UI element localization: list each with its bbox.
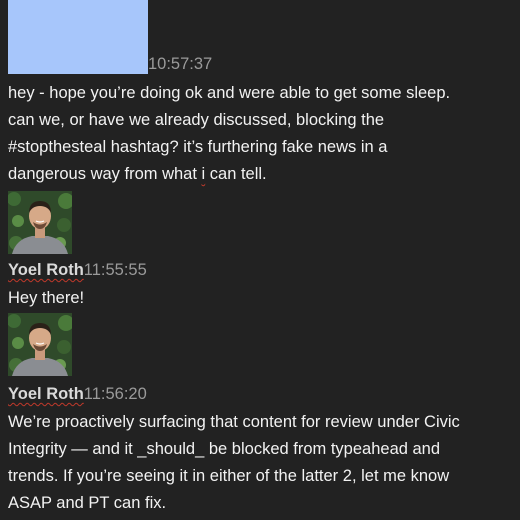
message-header: Yoel Roth11:56:20 [8, 383, 147, 405]
message-body: Hey there! [8, 285, 518, 312]
message-timestamp: 10:57:37 [148, 55, 213, 73]
person-avatar-icon [8, 313, 72, 376]
message-body: hey - hope you’re doing ok and were able… [8, 80, 518, 188]
message-line: #stopthesteal hashtag? it’s furthering f… [8, 138, 388, 156]
avatar[interactable] [8, 191, 72, 254]
message-line: Hey there! [8, 289, 85, 307]
message-line: We’re proactively surfacing that content… [8, 413, 460, 431]
message-text: can tell. [205, 165, 267, 183]
message-timestamp: 11:55:55 [83, 261, 147, 279]
sender-name[interactable]: Yoel Roth [8, 261, 84, 279]
sender-name[interactable]: Yoel Roth [8, 385, 84, 403]
message-line: trends. If you’re seeing it in either of… [8, 467, 450, 485]
message-line: ASAP and PT can fix. [8, 494, 167, 512]
person-avatar-icon [8, 191, 72, 254]
message-line: can we, or have we already discussed, bl… [8, 111, 385, 129]
avatar[interactable] [8, 313, 72, 376]
message-text: dangerous way from what [8, 165, 202, 183]
message-body: We’re proactively surfacing that content… [8, 409, 518, 517]
message-line: dangerous way from what i can tell. [8, 161, 518, 188]
message-line: Integrity — and it _should_ be blocked f… [8, 440, 441, 458]
message-header: Yoel Roth11:55:55 [8, 259, 147, 281]
message-timestamp: 11:56:20 [83, 385, 147, 403]
redacted-avatar-block [8, 0, 148, 74]
message-line: hey - hope you’re doing ok and were able… [8, 84, 451, 102]
